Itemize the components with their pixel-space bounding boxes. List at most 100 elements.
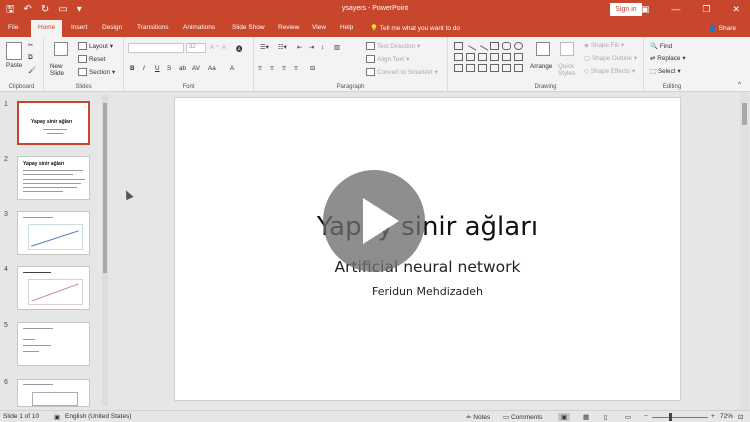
- zoom-in-icon[interactable]: +: [711, 413, 715, 420]
- zoom-level[interactable]: 72%: [720, 413, 733, 420]
- sign-in-button[interactable]: Sign in: [610, 3, 642, 16]
- shape-bracket-icon[interactable]: [478, 64, 487, 72]
- tab-design[interactable]: Design: [102, 24, 122, 31]
- share-button[interactable]: 👤 Share: [709, 24, 736, 32]
- italic-button[interactable]: I: [143, 65, 145, 72]
- font-name-dropdown[interactable]: [128, 43, 184, 53]
- scrollbar-thumb[interactable]: [103, 103, 107, 273]
- restore-icon[interactable]: ❐: [702, 3, 710, 15]
- shape-pentagon-icon[interactable]: [502, 53, 511, 61]
- close-icon[interactable]: ✕: [732, 3, 740, 15]
- slide-thumbnail[interactable]: [17, 211, 90, 255]
- slide-thumbnail[interactable]: Yapay sinir ağları: [17, 156, 90, 200]
- collapse-ribbon-icon[interactable]: ^: [738, 81, 741, 88]
- line-spacing-icon[interactable]: ↕: [321, 44, 324, 51]
- shape-chevron-icon[interactable]: [514, 53, 523, 61]
- quick-styles-icon[interactable]: [560, 42, 574, 56]
- clear-format-icon[interactable]: 🅐: [236, 44, 242, 53]
- normal-view-icon[interactable]: ▣: [558, 413, 571, 421]
- slide-thumbnail[interactable]: [17, 266, 90, 310]
- shape-triangle-icon[interactable]: [454, 53, 463, 61]
- font-size-dropdown[interactable]: 32: [186, 43, 206, 53]
- slide-thumbnail[interactable]: Yapay sinir ağları: [17, 101, 90, 145]
- columns-icon[interactable]: ▥: [334, 44, 340, 51]
- shape-rounded-rect-icon[interactable]: [502, 42, 511, 50]
- shape-rectangle-icon[interactable]: [490, 42, 499, 50]
- shape-arrow-right-icon[interactable]: [478, 53, 487, 61]
- slideshow-view-icon[interactable]: ▭: [625, 413, 631, 421]
- slide-canvas[interactable]: Yapay sinir ağları Artificial neural net…: [175, 98, 680, 400]
- align-right-icon[interactable]: ≡: [282, 65, 286, 72]
- zoom-out-icon[interactable]: −: [644, 413, 648, 420]
- replace-button[interactable]: ⇄ Replace ▾: [650, 55, 686, 62]
- tab-help[interactable]: Help: [340, 24, 353, 31]
- slide-title[interactable]: Yapay sinir ağları: [175, 212, 680, 242]
- shape-arrow-down-icon[interactable]: [490, 53, 499, 61]
- shape-rt-triangle-icon[interactable]: [466, 53, 475, 61]
- fit-slide-icon[interactable]: ⊡: [738, 413, 743, 421]
- shadow-button[interactable]: S: [167, 65, 171, 72]
- shape-oval-icon[interactable]: [514, 42, 523, 50]
- char-spacing-button[interactable]: AV: [192, 65, 200, 72]
- decrease-indent-icon[interactable]: ⇤: [297, 44, 302, 51]
- tab-review[interactable]: Review: [278, 24, 299, 31]
- shape-brace-icon[interactable]: [466, 64, 475, 72]
- spell-check-icon[interactable]: ▣: [54, 413, 60, 421]
- ribbon-display-icon[interactable]: ▣: [641, 3, 650, 15]
- new-slide-icon[interactable]: [54, 42, 68, 56]
- shape-freeform-icon[interactable]: [490, 64, 499, 72]
- layout-button[interactable]: Layout ▾: [78, 42, 113, 50]
- arrange-button[interactable]: Arrange: [530, 63, 552, 70]
- numbering-icon[interactable]: ☷▾: [278, 44, 287, 51]
- increase-font-icon[interactable]: A ^: [210, 44, 219, 51]
- new-slide-button[interactable]: New Slide: [50, 63, 72, 77]
- slide-thumbnail[interactable]: [17, 379, 90, 407]
- shape-brace-right-icon[interactable]: [502, 64, 511, 72]
- shape-fill-button[interactable]: ◈ Shape Fill ▾: [584, 42, 624, 49]
- slide-sorter-icon[interactable]: ▦: [583, 413, 589, 421]
- select-button[interactable]: ⬚ Select ▾: [650, 68, 681, 75]
- tell-me-search[interactable]: 💡 Tell me what you want to do: [370, 24, 460, 32]
- slide-scrollbar[interactable]: [740, 93, 749, 410]
- increase-indent-icon[interactable]: ⇥: [309, 44, 314, 51]
- tab-animations[interactable]: Animations: [183, 24, 215, 31]
- tab-transitions[interactable]: Transitions: [137, 24, 169, 31]
- justify-icon[interactable]: ≡: [294, 65, 298, 72]
- text-direction-button[interactable]: Text Direction ▾: [366, 42, 420, 50]
- notes-button[interactable]: ≐ Notes: [466, 413, 490, 421]
- language-indicator[interactable]: English (United States): [65, 413, 131, 420]
- tab-slide-show[interactable]: Slide Show: [232, 24, 265, 31]
- tab-file[interactable]: File: [8, 24, 18, 31]
- tab-view[interactable]: View: [312, 24, 326, 31]
- format-painter-icon[interactable]: 🖌: [28, 66, 36, 74]
- slide-subtitle[interactable]: Artificial neural network: [175, 258, 680, 276]
- distributed-icon[interactable]: ⊟: [310, 65, 315, 72]
- shape-effects-button[interactable]: ◇ Shape Effects ▾: [584, 68, 635, 75]
- cut-icon[interactable]: ✂: [28, 42, 33, 49]
- section-button[interactable]: Section ▾: [78, 68, 115, 76]
- bold-button[interactable]: B: [130, 65, 135, 72]
- zoom-slider[interactable]: [652, 417, 708, 418]
- arrange-icon[interactable]: [536, 42, 550, 56]
- font-color-button[interactable]: A: [230, 65, 234, 72]
- slide-author[interactable]: Feridun Mehdizadeh: [175, 285, 680, 298]
- shape-outline-button[interactable]: ▢ Shape Outline ▾: [584, 55, 637, 62]
- reading-view-icon[interactable]: ▯: [604, 413, 608, 421]
- tab-home[interactable]: Home: [31, 20, 63, 37]
- reset-button[interactable]: Reset: [78, 55, 105, 63]
- strikethrough-button[interactable]: ab: [179, 65, 186, 72]
- decrease-font-icon[interactable]: Aˇ: [222, 44, 230, 51]
- convert-smartart-button[interactable]: Convert to SmartArt ▾: [366, 68, 438, 76]
- underline-button[interactable]: U: [155, 65, 160, 72]
- paste-icon[interactable]: [6, 42, 22, 60]
- bullets-icon[interactable]: ☰▾: [260, 44, 269, 51]
- play-video-icon[interactable]: [323, 170, 425, 272]
- align-center-icon[interactable]: ≡: [270, 65, 274, 72]
- shape-textbox-icon[interactable]: [454, 42, 463, 50]
- minimize-icon[interactable]: —: [671, 3, 680, 15]
- tab-insert[interactable]: Insert: [71, 24, 87, 31]
- find-button[interactable]: 🔍 Find: [650, 42, 672, 51]
- shape-star-icon[interactable]: [514, 64, 523, 72]
- change-case-button[interactable]: Aa: [208, 65, 216, 72]
- zoom-slider-handle[interactable]: [669, 413, 672, 421]
